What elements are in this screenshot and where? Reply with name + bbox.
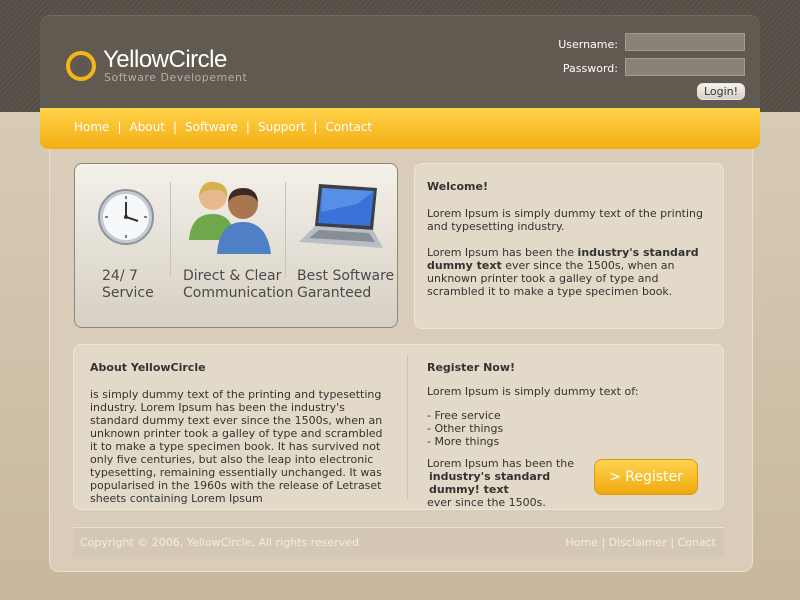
feature-service: 24/ 7 Service [102,268,154,302]
welcome-title: Welcome! [427,180,488,193]
laptop-icon [299,184,383,248]
feature-software: Best Software Garanteed [297,268,394,302]
feature-communication-line2: Communication [183,285,294,301]
about-title: About YellowCircle [90,361,206,374]
password-label: Password: [562,62,618,75]
nav-contact[interactable]: Contact [325,120,372,134]
feature-communication-line1: Direct & Clear [183,268,282,284]
footer-link-contact[interactable]: Conact [678,536,716,549]
nav-software[interactable]: Software [185,120,238,134]
welcome-p2-start: Lorem Ipsum has been the [427,246,578,259]
main-nav: Home | About | Software | Support | Contact [40,108,760,149]
login-button[interactable]: Login! [697,83,745,100]
about-text: is simply dummy text of the printing and… [90,388,383,505]
nav-home[interactable]: Home [74,120,109,134]
welcome-paragraph-2: Lorem Ipsum has been the industry's stan… [427,246,711,298]
feature-service-line2: Service [102,285,154,301]
register-button[interactable]: > Register [594,459,698,495]
footer-link-disclaimer[interactable]: Disclaimer [609,536,667,549]
list-item: - More things [427,435,500,448]
footer-separator: | [601,536,609,549]
brand-tagline: Software Developement [104,71,248,84]
footer-link-home[interactable]: Home [565,536,597,549]
column-divider [407,355,408,499]
nav-separator: | [245,120,250,134]
nav-separator: | [172,120,178,134]
feature-software-line2: Garanteed [297,285,372,301]
feature-divider [170,182,171,277]
register-p-bold: industry's standard dummy! text [429,470,551,496]
register-title: Register Now! [427,361,516,374]
register-paragraph: Lorem Ipsum has been the industry's stan… [427,457,597,509]
feature-service-line1: 24/ 7 [102,268,138,284]
feature-software-line1: Best Software [297,268,395,284]
list-item: - Other things [427,422,504,435]
footer-links: Home | Disclaimer | Conact [565,536,716,549]
brand-name: YellowCircle [103,46,227,73]
password-input[interactable] [625,58,745,76]
list-item: - Free service [427,409,501,422]
clock-icon [98,189,154,245]
nav-about[interactable]: About [129,120,164,134]
people-icon [189,181,271,254]
site-footer: Copyright © 2006, YellowCircle, All righ… [73,527,724,557]
features-panel: 24/ 7 Service Direct & Clear Communicati… [74,163,398,328]
welcome-paragraph-1: Lorem Ipsum is simply dummy text of the … [427,207,703,233]
register-p-start: Lorem Ipsum has been the [427,457,575,470]
username-label: Username: [558,38,618,51]
feature-communication: Direct & Clear Communication [183,268,293,302]
nav-separator: | [313,120,318,134]
register-intro: Lorem Ipsum is simply dummy text of: [427,385,639,398]
register-p-end: ever since the 1500s. [427,496,546,509]
feature-divider [285,182,286,277]
yellow-circle-logo-icon [66,51,96,81]
nav-support[interactable]: Support [258,120,305,134]
footer-separator: | [670,536,678,549]
copyright-text: Copyright © 2006, YellowCircle, All righ… [80,536,360,549]
username-input[interactable] [625,33,745,51]
register-list: - Free service - Other things - More thi… [427,409,503,448]
welcome-box: Welcome! Lorem Ipsum is simply dummy tex… [414,163,724,329]
nav-separator: | [117,120,122,134]
